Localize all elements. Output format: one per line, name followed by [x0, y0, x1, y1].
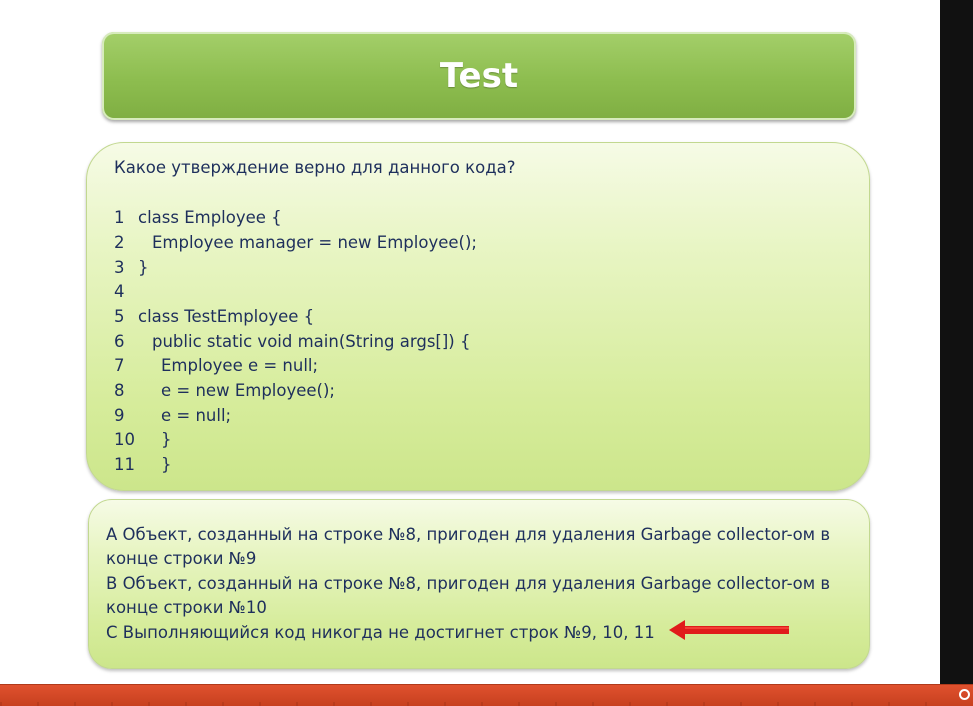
code-line-text: Employee manager = new Employee(); — [152, 233, 477, 252]
code-line-text: e = null; — [161, 406, 232, 425]
code-line-text: class TestEmployee { — [138, 307, 315, 326]
code-line-number: 2 — [114, 233, 125, 252]
code-line-number: 9 — [114, 406, 125, 425]
code-line-number: 10 — [114, 430, 135, 449]
code-line-number: 1 — [114, 208, 125, 227]
question-text: Какое утверждение верно для данного кода… — [114, 158, 516, 177]
slide-title: Test — [439, 56, 519, 96]
answer-a-line2: конце строки №9 — [106, 549, 257, 568]
code-line-number: 7 — [114, 356, 125, 375]
code-line-text: } — [138, 258, 149, 277]
code-line-text: Employee e = null; — [161, 356, 319, 375]
code-line-number: 8 — [114, 381, 125, 400]
answer-c-line1: C Выполняющийся код никогда не достигнет… — [106, 623, 655, 642]
code-line-text: } — [161, 455, 172, 474]
player-progress-bar[interactable] — [0, 684, 973, 706]
code-line-text: public static void main(String args[]) { — [152, 332, 471, 351]
code-line-number: 6 — [114, 332, 125, 351]
title-banner: Test — [102, 32, 856, 120]
answer-b-line2: конце строки №10 — [106, 598, 267, 617]
code-line-text: } — [161, 430, 172, 449]
slide-stage: Test Какое утверждение верно для данного… — [0, 0, 973, 706]
red-arrow-left-icon — [669, 620, 789, 640]
screen-edge-strip — [940, 0, 973, 684]
code-line-number: 4 — [114, 282, 125, 301]
code-line-text: class Employee { — [138, 208, 282, 227]
code-line-number: 11 — [114, 455, 135, 474]
code-line-number: 5 — [114, 307, 125, 326]
progress-ticks — [0, 702, 940, 706]
code-line-number: 3 — [114, 258, 125, 277]
answer-b-line1: B Объект, созданный на строке №8, пригод… — [106, 574, 831, 593]
answer-a-line1: A Объект, созданный на строке №8, пригод… — [106, 525, 831, 544]
player-control-icon[interactable] — [959, 689, 970, 700]
code-line-text: e = new Employee(); — [161, 381, 335, 400]
